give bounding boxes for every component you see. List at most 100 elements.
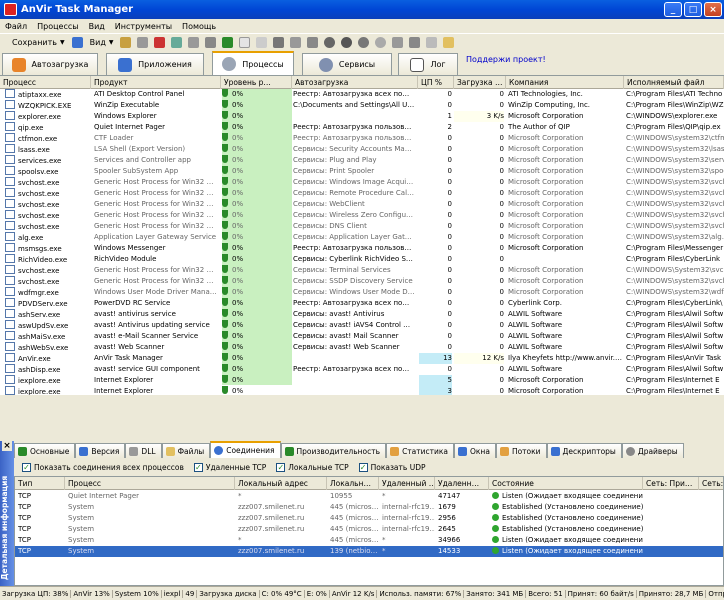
col-company[interactable]: Компания	[506, 76, 624, 89]
tab-processes[interactable]: Процессы	[212, 51, 294, 75]
globe-icon[interactable]	[71, 37, 83, 48]
process-row[interactable]: ashMaiSv.exe avast! e-Mail Scanner Servic…	[0, 331, 724, 342]
network-icon[interactable]	[409, 37, 421, 48]
check-icon[interactable]	[222, 37, 234, 48]
tab-threads[interactable]: Потоки	[495, 443, 547, 458]
col-disk[interactable]: Загрузка …	[454, 76, 506, 89]
save-dropdown-icon[interactable]: ▼	[60, 39, 65, 46]
process-row[interactable]: svchost.exe Generic Host Process for Win3…	[0, 199, 724, 210]
col-startup[interactable]: Автозагрузка	[292, 76, 418, 89]
support-link[interactable]: Поддержи проект!	[466, 55, 546, 64]
view-dropdown-icon[interactable]: ▼	[109, 39, 114, 46]
tab-dll[interactable]: DLL	[125, 443, 162, 458]
view-button[interactable]: Вид	[86, 38, 109, 47]
process-row[interactable]: iexplore.exe Internet Explorer 0% 3 0 Microso…	[0, 386, 724, 395]
tab-handles[interactable]: Дескрипторы	[546, 443, 622, 458]
tab-statistics[interactable]: Статистика	[386, 443, 454, 458]
folder-icon[interactable]	[443, 37, 455, 48]
tab-connections[interactable]: Соединения	[210, 441, 281, 458]
menu-view[interactable]: Вид	[84, 22, 110, 31]
process-row[interactable]: spoolsv.exe Spooler SubSystem App 0% Сервис…	[0, 166, 724, 177]
tab-services[interactable]: Сервисы	[302, 53, 392, 75]
tab-general[interactable]: Основные	[14, 443, 76, 458]
process-row[interactable]: services.exe Services and Controller app 0…	[0, 155, 724, 166]
connection-row[interactable]: TCP System * 445 (micros… * 34966 Listen (Ожид…	[15, 535, 723, 546]
col-level[interactable]: Уровень р…	[221, 76, 292, 89]
process-row[interactable]: explorer.exe Windows Explorer 0% 1 3 K/s Micr…	[0, 111, 724, 122]
col-remote-address[interactable]: Удаленный …	[379, 477, 435, 490]
copy-icon[interactable]	[290, 37, 302, 48]
col-product[interactable]: Продукт	[91, 76, 221, 89]
process-row[interactable]: msmsgs.exe Windows Messenger 0% Реестр: Авт…	[0, 243, 724, 254]
record-icon[interactable]	[358, 37, 370, 48]
connection-row[interactable]: TCP Quiet Internet Pager * 10955 * 47147 Liste…	[15, 491, 723, 502]
col-cpu[interactable]: ЦП %	[418, 76, 454, 89]
window-icon[interactable]	[426, 37, 438, 48]
process-row[interactable]: alg.exe Application Layer Gateway Service…	[0, 232, 724, 243]
col-net[interactable]: Сеть:	[699, 477, 723, 490]
maximize-button[interactable]: □	[684, 2, 702, 17]
tab-version[interactable]: Версия	[75, 443, 126, 458]
save-button[interactable]: Сохранить	[0, 38, 60, 47]
col-type[interactable]: Тип	[15, 477, 65, 490]
process-row[interactable]: svchost.exe Generic Host Process for Win3…	[0, 265, 724, 276]
process-row[interactable]: svchost.exe Generic Host Process for Win3…	[0, 177, 724, 188]
connection-row[interactable]: TCP System zzz007.smilenet.ru 445 (micros… i…	[15, 513, 723, 524]
tab-performance[interactable]: Производительность	[280, 443, 387, 458]
process-row[interactable]: AnVir.exe AnVir Task Manager 0% 13 12 K/s Ily…	[0, 353, 724, 364]
process-row[interactable]: aswUpdSv.exe avast! Antivirus updating se…	[0, 320, 724, 331]
properties-icon[interactable]	[137, 37, 149, 48]
delete-icon[interactable]	[307, 37, 319, 48]
local-tcp-checkbox[interactable]: ✓ Локальные TCP	[276, 462, 349, 472]
tab-windows[interactable]: Окна	[454, 443, 496, 458]
col-net-received[interactable]: Сеть: При…	[643, 477, 699, 490]
col-executable[interactable]: Исполняемый файл	[624, 76, 724, 89]
tab-log[interactable]: Лог	[398, 53, 458, 75]
refresh-icon[interactable]	[171, 37, 183, 48]
col-process[interactable]: Процесс	[0, 76, 91, 89]
menu-processes[interactable]: Процессы	[32, 22, 83, 31]
process-row[interactable]: PDVDServ.exe PowerDVD RC Service 0% Реестр:…	[0, 298, 724, 309]
process-row[interactable]: svchost.exe Generic Host Process for Win3…	[0, 210, 724, 221]
col-conn-process[interactable]: Процесс	[65, 477, 235, 490]
close-button[interactable]: ×	[704, 2, 722, 17]
splitter[interactable]	[0, 395, 724, 441]
show-all-connections-checkbox[interactable]: ✓ Показать соединения всех процессов	[22, 462, 184, 472]
pause-icon[interactable]	[324, 37, 336, 48]
process-row[interactable]: svchost.exe Generic Host Process for Win3…	[0, 221, 724, 232]
menu-file[interactable]: Файл	[0, 22, 32, 31]
search-icon[interactable]	[256, 37, 268, 48]
document-icon[interactable]	[239, 37, 251, 48]
process-row[interactable]: RichVideo.exe RichVideo Module 0% Сервисы: …	[0, 254, 724, 265]
tab-files[interactable]: Файлы	[161, 443, 211, 458]
col-local-address[interactable]: Локальный адрес	[235, 477, 327, 490]
process-row[interactable]: wdfmgr.exe Windows User Mode Driver Mana……	[0, 287, 724, 298]
col-remote-port[interactable]: Удаленн…	[435, 477, 489, 490]
play-icon[interactable]	[341, 37, 353, 48]
tab-startup[interactable]: Автозагрузка	[2, 53, 98, 75]
process-row[interactable]: iexplore.exe Internet Explorer 0% 5 0 Microso…	[0, 375, 724, 386]
process-row[interactable]: WZQKPICK.EXE WinZip Executable 0% C:\Docume…	[0, 100, 724, 111]
process-row[interactable]: ctfmon.exe CTF Loader 0% Реестр: Автозагруз…	[0, 133, 724, 144]
remote-tcp-checkbox[interactable]: ✓ Удаленные TCP	[193, 462, 266, 472]
minimize-button[interactable]: _	[664, 2, 682, 17]
info-icon[interactable]	[375, 37, 387, 48]
stop-icon[interactable]	[188, 37, 200, 48]
connection-row[interactable]: TCP System zzz007.smilenet.ru 445 (micros… i…	[15, 524, 723, 535]
close-panel-icon[interactable]: ×	[2, 441, 12, 451]
col-state[interactable]: Состояние	[489, 477, 643, 490]
process-row[interactable]: ashDisp.exe avast! service GUI component 0…	[0, 364, 724, 375]
settings-icon[interactable]	[205, 37, 217, 48]
cut-icon[interactable]	[273, 37, 285, 48]
process-row[interactable]: svchost.exe Generic Host Process for Win3…	[0, 188, 724, 199]
process-row[interactable]: ashServ.exe avast! antivirus service 0% Сер…	[0, 309, 724, 320]
process-row[interactable]: ashWebSv.exe avast! Web Scanner 0% Сервисы:…	[0, 342, 724, 353]
process-row[interactable]: atiptaxx.exe ATI Desktop Control Panel 0% Р…	[0, 89, 724, 100]
tab-drivers[interactable]: Драйверы	[621, 443, 684, 458]
menu-tools[interactable]: Инструменты	[110, 22, 177, 31]
connection-row[interactable]: TCP System zzz007.smilenet.ru 445 (micros… i…	[15, 502, 723, 513]
connection-row[interactable]: TCP System zzz007.smilenet.ru 139 (netbio… *…	[15, 546, 723, 557]
tool-icon[interactable]	[120, 37, 132, 48]
col-local-port[interactable]: Локальн…	[327, 477, 379, 490]
menu-help[interactable]: Помощь	[177, 22, 221, 31]
